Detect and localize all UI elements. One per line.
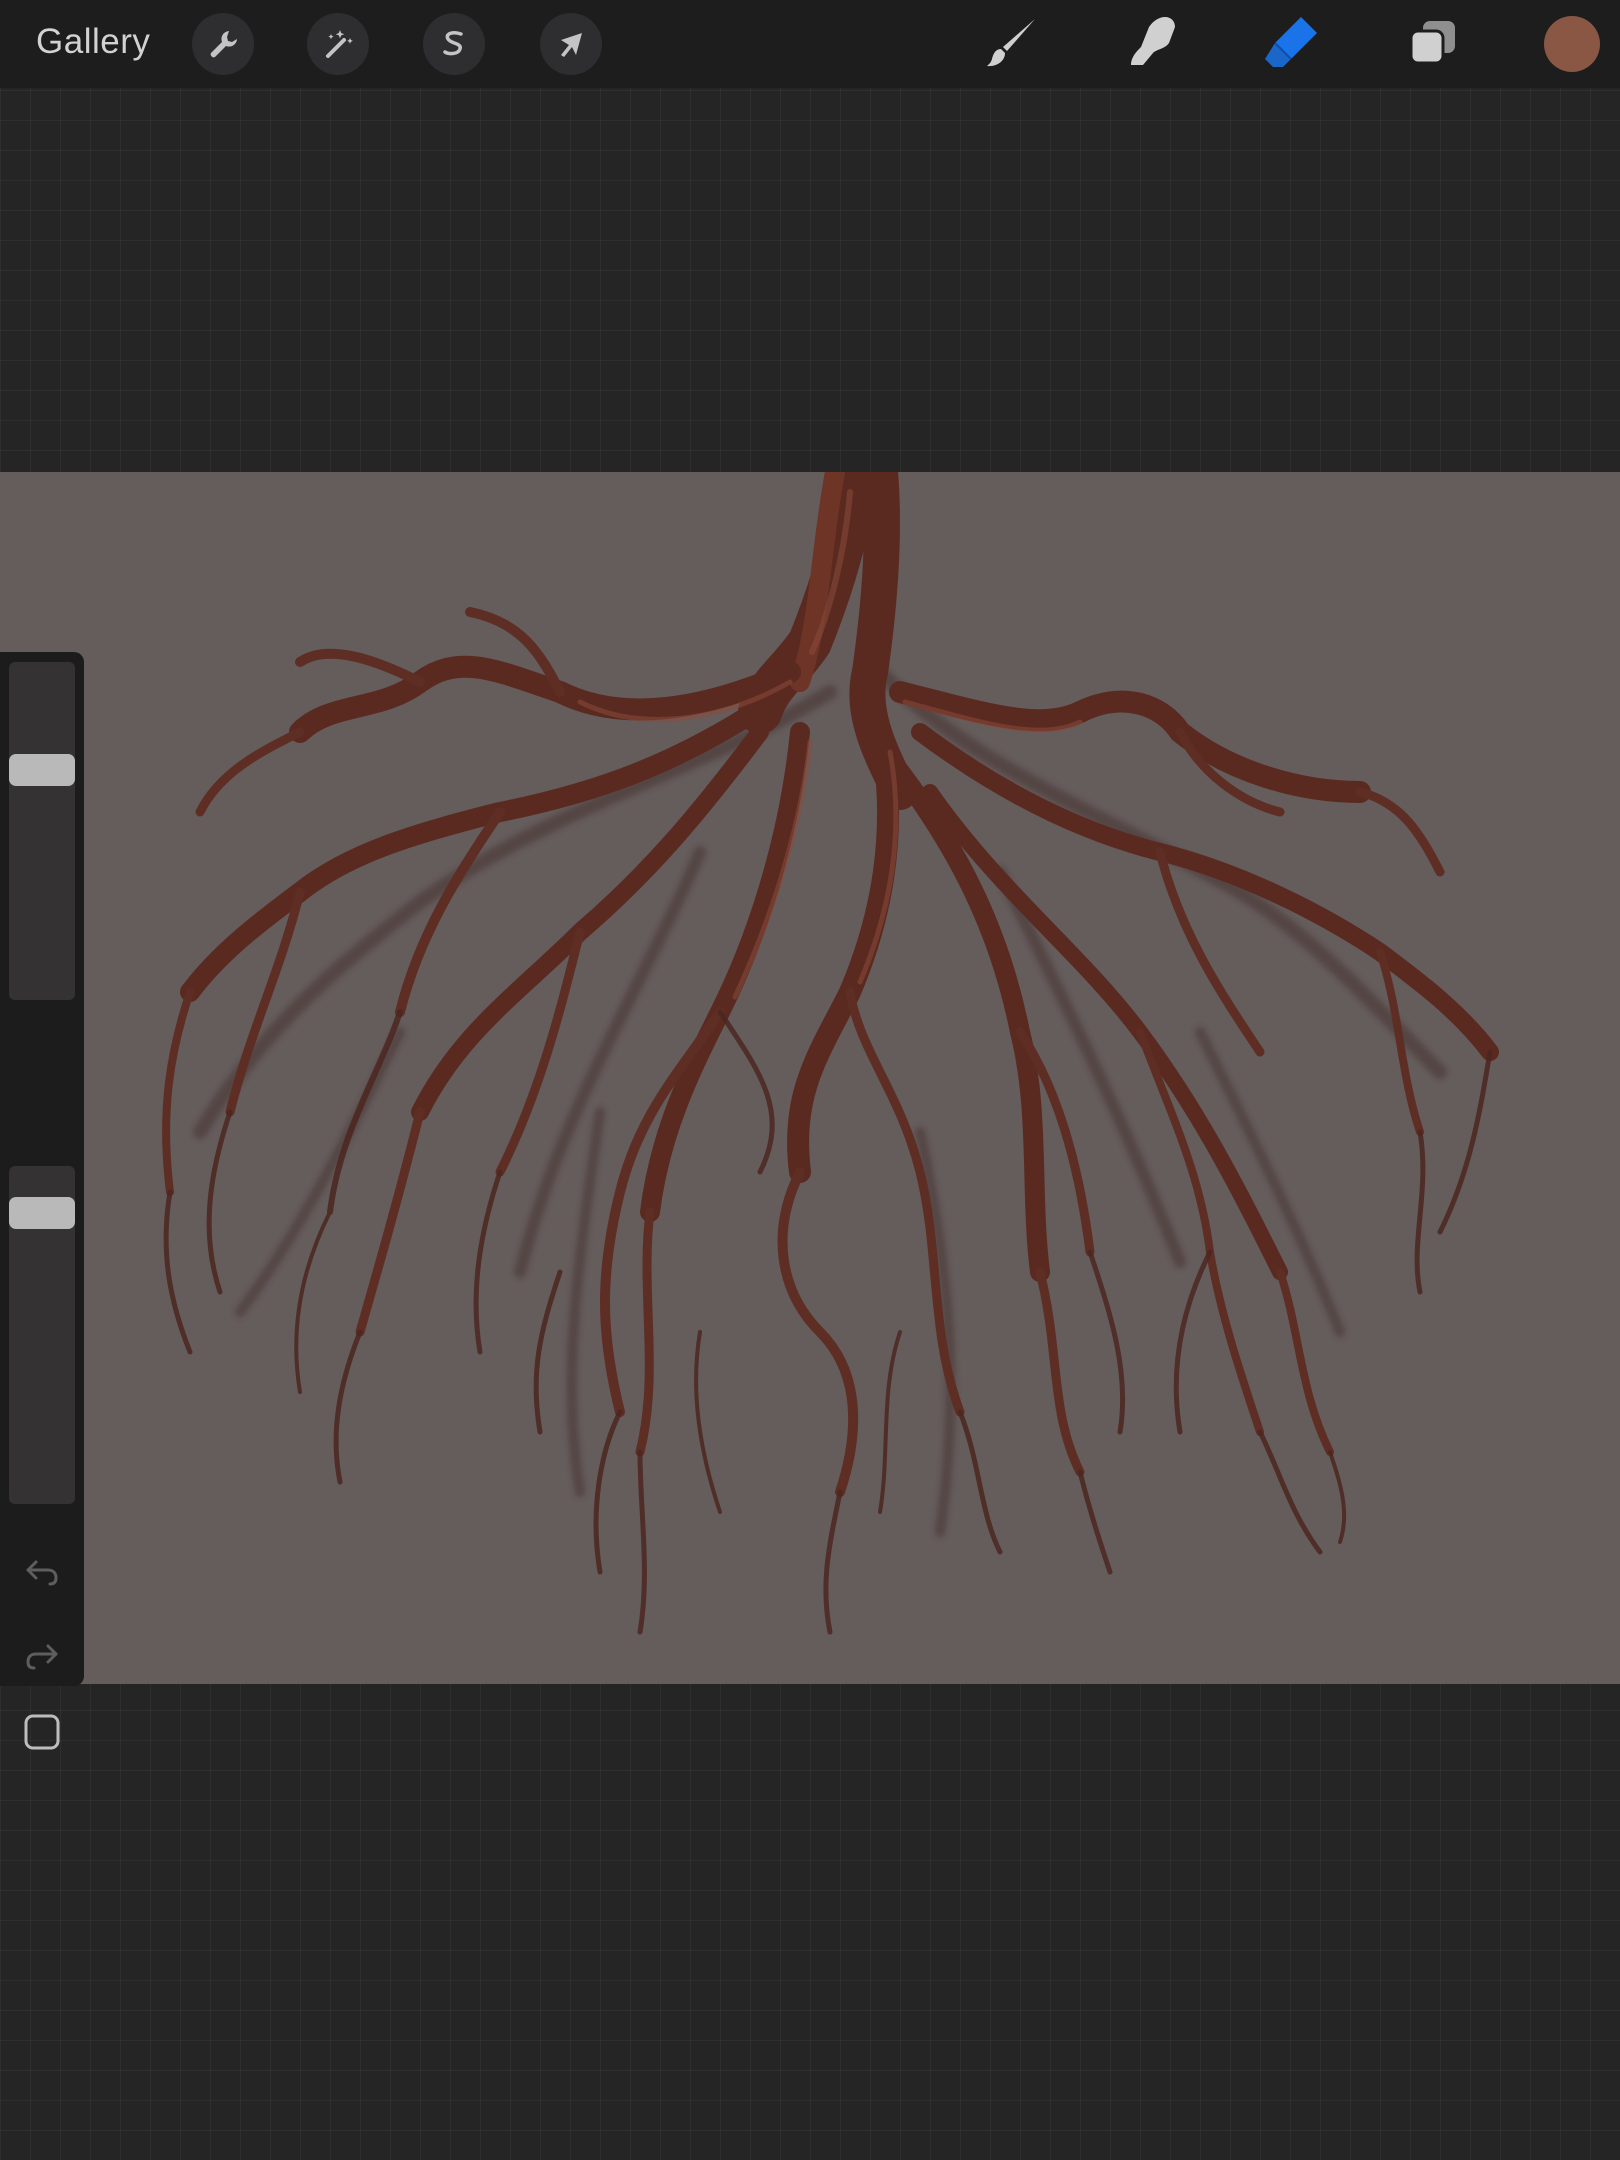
redo-button[interactable] xyxy=(22,1636,62,1676)
layers-button[interactable] xyxy=(1400,10,1466,76)
opacity-handle[interactable] xyxy=(9,1196,75,1229)
brush-size-handle[interactable] xyxy=(9,753,75,786)
top-toolbar: Gallery xyxy=(0,0,1620,88)
layers-icon xyxy=(1409,21,1455,65)
gallery-button[interactable]: Gallery xyxy=(36,22,150,62)
selection-s-icon xyxy=(443,31,463,56)
actions-button[interactable] xyxy=(192,13,254,75)
drawing-canvas[interactable] xyxy=(0,450,1620,1684)
adjustments-button[interactable] xyxy=(307,13,369,75)
eraser-button[interactable] xyxy=(1258,10,1324,76)
modify-button[interactable] xyxy=(24,1714,60,1750)
smudge-button[interactable] xyxy=(1118,10,1184,76)
brush-size-slider[interactable] xyxy=(9,662,75,1000)
color-swatch-button[interactable] xyxy=(1544,16,1600,72)
undo-icon xyxy=(26,1560,58,1586)
square-icon xyxy=(24,1714,60,1750)
selection-button[interactable] xyxy=(423,13,485,75)
smudge-finger-icon xyxy=(1131,17,1175,65)
transform-button[interactable] xyxy=(540,13,602,75)
undo-button[interactable] xyxy=(22,1552,62,1592)
roots-illustration xyxy=(162,450,1499,1635)
side-toolbar xyxy=(0,652,84,1750)
arrow-cursor-icon xyxy=(561,33,582,57)
magic-wand-icon xyxy=(326,30,353,58)
brush-button[interactable] xyxy=(980,10,1046,76)
redo-icon xyxy=(26,1644,58,1670)
brush-icon xyxy=(987,19,1035,67)
wrench-icon xyxy=(210,31,237,58)
eraser-icon xyxy=(1265,17,1317,67)
